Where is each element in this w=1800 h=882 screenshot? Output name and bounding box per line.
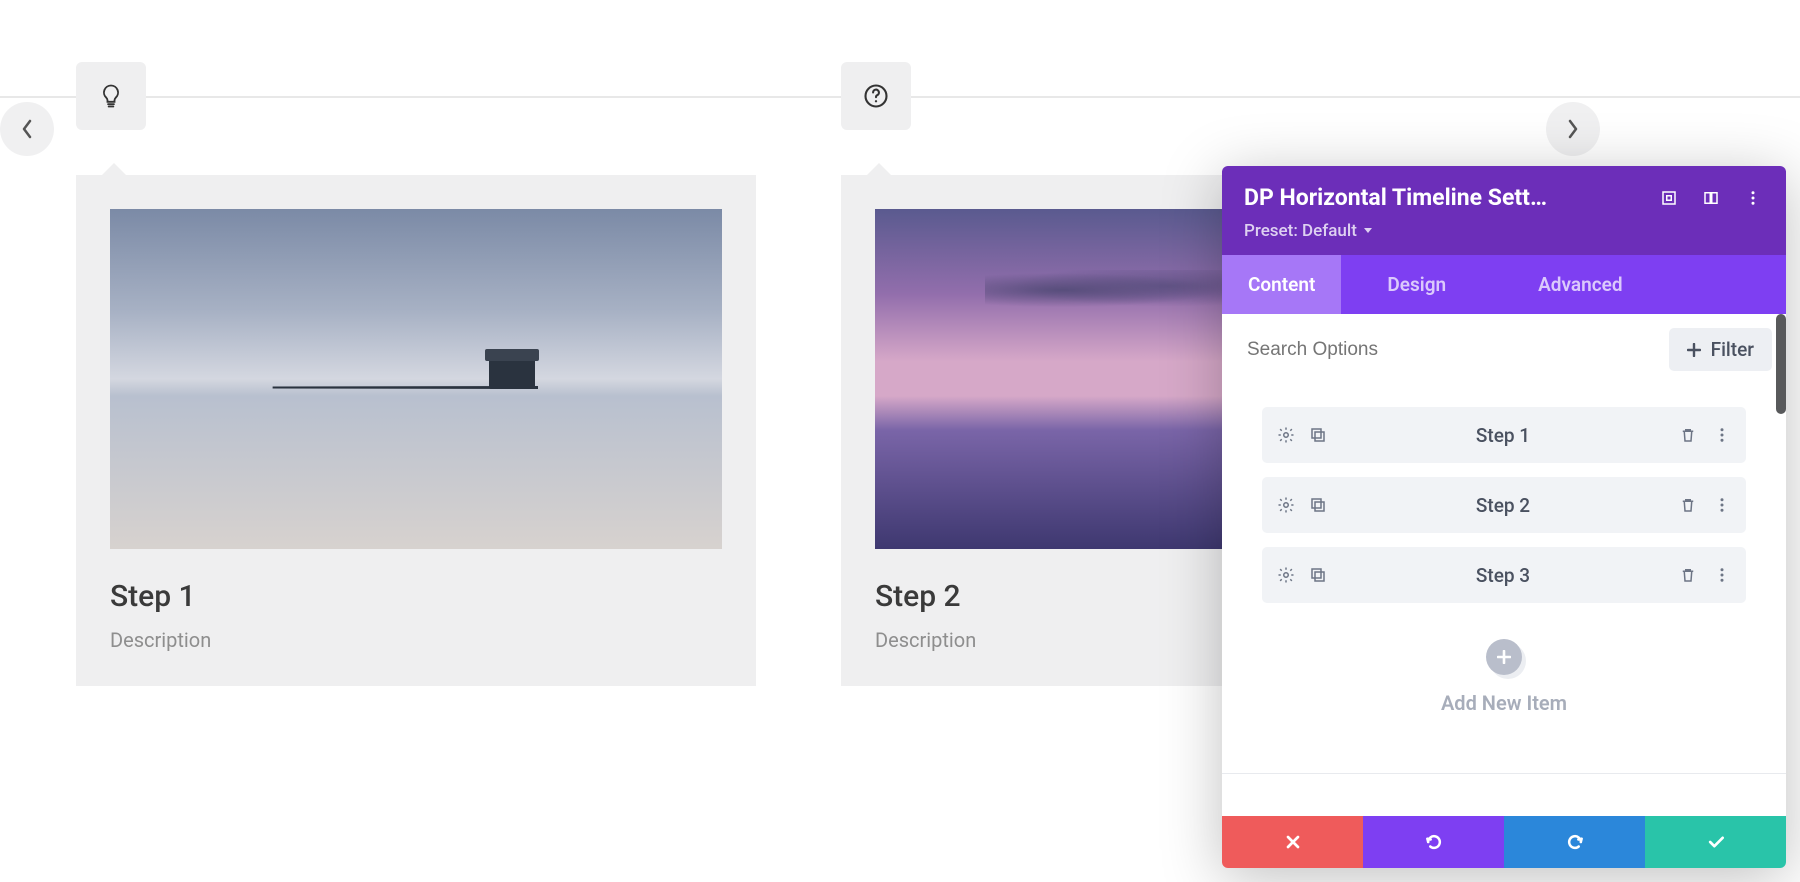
search-input[interactable] <box>1247 339 1655 361</box>
gear-icon <box>1277 426 1295 444</box>
add-item-label: Add New Item <box>1262 691 1746 715</box>
trash-icon <box>1679 426 1697 444</box>
cancel-button[interactable] <box>1222 816 1363 868</box>
item-row[interactable]: Step 2 <box>1262 477 1746 533</box>
tab-content[interactable]: Content <box>1222 255 1341 314</box>
items-list: Step 1 <box>1222 385 1786 773</box>
item-menu-button[interactable] <box>1712 425 1732 445</box>
item-label: Step 2 <box>1328 494 1678 517</box>
item-duplicate-button[interactable] <box>1308 565 1328 585</box>
check-icon <box>1706 832 1726 852</box>
add-item-button[interactable] <box>1486 639 1522 675</box>
kebab-icon <box>1713 566 1731 584</box>
panel-menu-button[interactable] <box>1742 187 1764 209</box>
chevron-right-icon <box>1567 119 1579 139</box>
card-pointer <box>102 163 126 175</box>
tab-advanced[interactable]: Advanced <box>1492 255 1786 314</box>
undo-button[interactable] <box>1363 816 1504 868</box>
preset-dropdown[interactable]: Preset: Default <box>1244 221 1764 241</box>
panel-header[interactable]: DP Horizontal Timeline Sett… Preset: Def… <box>1222 166 1786 255</box>
redo-icon <box>1565 832 1585 852</box>
item-label: Step 3 <box>1328 564 1678 587</box>
gear-icon <box>1277 496 1295 514</box>
add-item-area: Add New Item <box>1262 617 1746 749</box>
item-delete-button[interactable] <box>1678 495 1698 515</box>
lightbulb-icon <box>97 82 125 110</box>
undo-icon <box>1424 832 1444 852</box>
expand-icon <box>1660 189 1678 207</box>
timeline-card-1[interactable]: Step 1 Description <box>76 175 756 686</box>
panel-tabs: Content Design Advanced <box>1222 255 1786 314</box>
gear-icon <box>1277 566 1295 584</box>
layout-icon <box>1702 189 1720 207</box>
preset-label: Preset: Default <box>1244 221 1357 241</box>
timeline-next-button[interactable] <box>1546 102 1600 156</box>
panel-title: DP Horizontal Timeline Sett… <box>1244 184 1638 211</box>
item-row[interactable]: Step 3 <box>1262 547 1746 603</box>
item-settings-button[interactable] <box>1276 425 1296 445</box>
chevron-left-icon <box>21 119 33 139</box>
panel-footer <box>1222 816 1786 868</box>
trash-icon <box>1679 496 1697 514</box>
plus-icon <box>1497 650 1511 664</box>
item-settings-button[interactable] <box>1276 495 1296 515</box>
timeline-marker-2[interactable] <box>841 62 911 130</box>
timeline-marker-1[interactable] <box>76 62 146 130</box>
caret-down-icon <box>1363 227 1373 235</box>
item-delete-button[interactable] <box>1678 425 1698 445</box>
item-duplicate-button[interactable] <box>1308 495 1328 515</box>
item-menu-button[interactable] <box>1712 495 1732 515</box>
filter-label: Filter <box>1711 338 1754 361</box>
scrollbar-thumb[interactable] <box>1776 314 1786 414</box>
card-pointer <box>867 163 891 175</box>
save-button[interactable] <box>1645 816 1786 868</box>
filter-button[interactable]: Filter <box>1669 328 1772 371</box>
kebab-icon <box>1713 496 1731 514</box>
panel-body: Filter Step 1 <box>1222 314 1786 816</box>
settings-panel: DP Horizontal Timeline Sett… Preset: Def… <box>1222 166 1786 868</box>
duplicate-icon <box>1309 496 1327 514</box>
item-menu-button[interactable] <box>1712 565 1732 585</box>
expand-button[interactable] <box>1658 187 1680 209</box>
card-description: Description <box>110 628 722 652</box>
card-title: Step 1 <box>110 579 722 614</box>
duplicate-icon <box>1309 566 1327 584</box>
search-bar: Filter <box>1222 314 1786 385</box>
timeline-prev-button[interactable] <box>0 102 54 156</box>
question-icon <box>862 82 890 110</box>
item-settings-button[interactable] <box>1276 565 1296 585</box>
close-icon <box>1283 832 1303 852</box>
item-row[interactable]: Step 1 <box>1262 407 1746 463</box>
snap-button[interactable] <box>1700 187 1722 209</box>
kebab-icon <box>1713 426 1731 444</box>
item-label: Step 1 <box>1328 424 1678 447</box>
item-duplicate-button[interactable] <box>1308 425 1328 445</box>
card-image <box>110 209 722 549</box>
plus-icon <box>1687 343 1701 357</box>
redo-button[interactable] <box>1504 816 1645 868</box>
trash-icon <box>1679 566 1697 584</box>
item-delete-button[interactable] <box>1678 565 1698 585</box>
tab-design[interactable]: Design <box>1341 255 1492 314</box>
duplicate-icon <box>1309 426 1327 444</box>
kebab-icon <box>1744 189 1762 207</box>
